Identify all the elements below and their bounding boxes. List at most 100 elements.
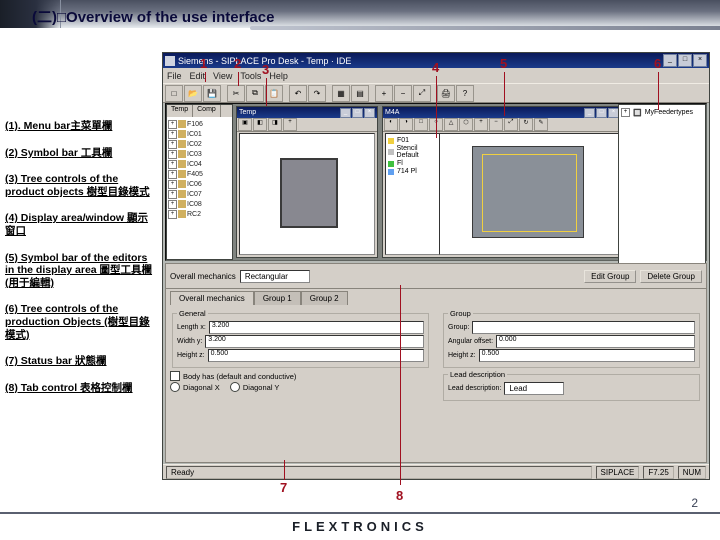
tree-row[interactable]: +IC01 bbox=[168, 129, 231, 139]
editor-2-tool-icon[interactable]: △ bbox=[444, 118, 458, 131]
close-button[interactable]: × bbox=[693, 54, 707, 67]
marker-8: 8 bbox=[396, 488, 403, 503]
tool-new[interactable]: □ bbox=[165, 85, 183, 102]
callout-8: (8) Tab control 表格控制欄 bbox=[5, 382, 155, 395]
lbl-height-g: Height z: bbox=[448, 352, 476, 359]
right-tree-header-row[interactable]: +🔲 MyFeedertypes bbox=[621, 108, 703, 117]
slide-body-stripe bbox=[250, 26, 720, 30]
editor-1-tool-icon[interactable]: ◨ bbox=[268, 118, 282, 131]
marker-4: 4 bbox=[432, 60, 439, 75]
tree-row[interactable]: +F405 bbox=[168, 169, 231, 179]
menu-file[interactable]: File bbox=[167, 71, 182, 81]
delete-group-button[interactable]: Delete Group bbox=[640, 270, 702, 283]
tool-cut[interactable]: ✂ bbox=[227, 85, 245, 102]
editor-2-tool-icon[interactable]: ⤢ bbox=[504, 118, 518, 131]
marker-6-line bbox=[658, 72, 659, 110]
editor-2-toolbar: ◐ ◑ □ ○ △ ⬡ + − ⤢ ↻ ✎ bbox=[383, 118, 621, 132]
editor-2-tool-icon[interactable]: + bbox=[474, 118, 488, 131]
editor-2-tool-icon[interactable]: □ bbox=[414, 118, 428, 131]
left-tree-tabs: Temp Comp bbox=[167, 105, 232, 117]
editor-1-tool-icon[interactable]: ▣ bbox=[238, 118, 252, 131]
menu-edit[interactable]: Edit bbox=[190, 71, 206, 81]
editor-1-canvas[interactable] bbox=[239, 133, 375, 255]
menu-tools[interactable]: Tools bbox=[240, 71, 261, 81]
tool-paste[interactable]: 📋 bbox=[265, 85, 283, 102]
marker-1-line bbox=[205, 72, 206, 82]
input-height-g[interactable]: 0.500 bbox=[479, 349, 695, 362]
tool-fit[interactable]: ⤢ bbox=[413, 85, 431, 102]
editor-1-tool-icon[interactable]: + bbox=[283, 118, 297, 131]
tool-print[interactable]: 🖨 bbox=[437, 85, 455, 102]
tree-row[interactable]: +RC2 bbox=[168, 209, 231, 219]
editor-2-max-btn[interactable]: □ bbox=[596, 108, 607, 118]
lead-dropdown[interactable]: Lead bbox=[504, 382, 564, 395]
editor-2-tool-icon[interactable]: − bbox=[489, 118, 503, 131]
input-angle[interactable]: 0.000 bbox=[496, 335, 695, 348]
editor-window-2: M4A _□× ◐ ◑ □ ○ △ ⬡ + − ⤢ ↻ ✎ F01 Stenci… bbox=[382, 106, 622, 258]
editor-2-tool-icon[interactable]: ⬡ bbox=[459, 118, 473, 131]
left-tab-temp[interactable]: Temp bbox=[167, 105, 193, 117]
marker-1: 1 bbox=[200, 56, 207, 71]
tool-save[interactable]: 💾 bbox=[203, 85, 221, 102]
left-tree-panel: Temp Comp +F106 +IC01 +IC02 +IC03 +IC04 … bbox=[166, 104, 233, 260]
tool-help[interactable]: ? bbox=[456, 85, 474, 102]
tree-row[interactable]: +F106 bbox=[168, 119, 231, 129]
editor-2-min-btn[interactable]: _ bbox=[584, 108, 595, 118]
tree-row[interactable]: +IC02 bbox=[168, 139, 231, 149]
editor-2-tool-icon[interactable]: ✎ bbox=[534, 118, 548, 131]
input-height[interactable]: 0.500 bbox=[208, 349, 424, 362]
tool-cascade[interactable]: ▤ bbox=[351, 85, 369, 102]
tool-zoom-out[interactable]: − bbox=[394, 85, 412, 102]
callout-5: (5) Symbol bar of the editors in the dis… bbox=[5, 252, 155, 290]
callout-7: (7) Status bar 狀態欄 bbox=[5, 355, 155, 368]
editor-2-canvas[interactable] bbox=[439, 133, 619, 255]
minimize-button[interactable]: _ bbox=[663, 54, 677, 67]
menu-help[interactable]: Help bbox=[269, 71, 288, 81]
edit-group-button[interactable]: Edit Group bbox=[584, 270, 636, 283]
tool-copy[interactable]: ⧉ bbox=[246, 85, 264, 102]
shape-dropdown[interactable]: Rectangular bbox=[240, 270, 310, 283]
input-width[interactable]: 3.200 bbox=[205, 335, 424, 348]
slide-title: (二)□Overview of the use interface bbox=[32, 6, 274, 27]
editor-2-tool-icon[interactable]: ↻ bbox=[519, 118, 533, 131]
radio-diag-x[interactable] bbox=[170, 382, 180, 392]
footer-rule bbox=[0, 512, 720, 514]
input-length[interactable]: 3.200 bbox=[209, 321, 424, 334]
tree-row[interactable]: +IC08 bbox=[168, 199, 231, 209]
fs-general-legend: General bbox=[177, 309, 208, 318]
marker-3-line bbox=[266, 78, 267, 106]
input-group[interactable] bbox=[472, 321, 695, 334]
body-check-row: Body has (default and conductive) Diagon… bbox=[170, 370, 431, 401]
radio-diag-y[interactable] bbox=[230, 382, 240, 392]
tree-row[interactable]: +IC03 bbox=[168, 149, 231, 159]
editor-2-tool-icon[interactable]: ◐ bbox=[384, 118, 398, 131]
tab-group-1[interactable]: Group 1 bbox=[254, 291, 301, 305]
maximize-button[interactable]: □ bbox=[678, 54, 692, 67]
properties-tabstrip: Overall mechanics Group 1 Group 2 bbox=[166, 289, 706, 305]
tool-redo[interactable]: ↷ bbox=[308, 85, 326, 102]
tool-undo[interactable]: ↶ bbox=[289, 85, 307, 102]
tree-row[interactable]: +IC07 bbox=[168, 189, 231, 199]
marker-8-line bbox=[400, 285, 401, 485]
callout-4: (4) Display area/window 顯示窗口 bbox=[5, 212, 155, 237]
body-checkbox[interactable] bbox=[170, 371, 180, 381]
tool-zoom-in[interactable]: + bbox=[375, 85, 393, 102]
tool-open[interactable]: 📂 bbox=[184, 85, 202, 102]
tree-row[interactable]: +IC04 bbox=[168, 159, 231, 169]
tool-tile[interactable]: ▦ bbox=[332, 85, 350, 102]
marker-2: 2 bbox=[234, 56, 241, 71]
editor-2-tool-icon[interactable]: ◑ bbox=[399, 118, 413, 131]
editor-1-close-btn[interactable]: × bbox=[364, 108, 375, 118]
editor-1-min-btn[interactable]: _ bbox=[340, 108, 351, 118]
marker-2-line bbox=[238, 72, 239, 86]
menu-view[interactable]: View bbox=[213, 71, 232, 81]
marker-4-line bbox=[436, 76, 437, 138]
tree-row[interactable]: +IC06 bbox=[168, 179, 231, 189]
left-tab-comp[interactable]: Comp bbox=[193, 105, 221, 117]
status-left: Ready bbox=[166, 466, 592, 479]
tab-overall[interactable]: Overall mechanics bbox=[170, 291, 254, 305]
tab-group-2[interactable]: Group 2 bbox=[301, 291, 348, 305]
editor-1-tool-icon[interactable]: ◧ bbox=[253, 118, 267, 131]
editor-1-max-btn[interactable]: □ bbox=[352, 108, 363, 118]
lbl-height: Height z: bbox=[177, 352, 205, 359]
